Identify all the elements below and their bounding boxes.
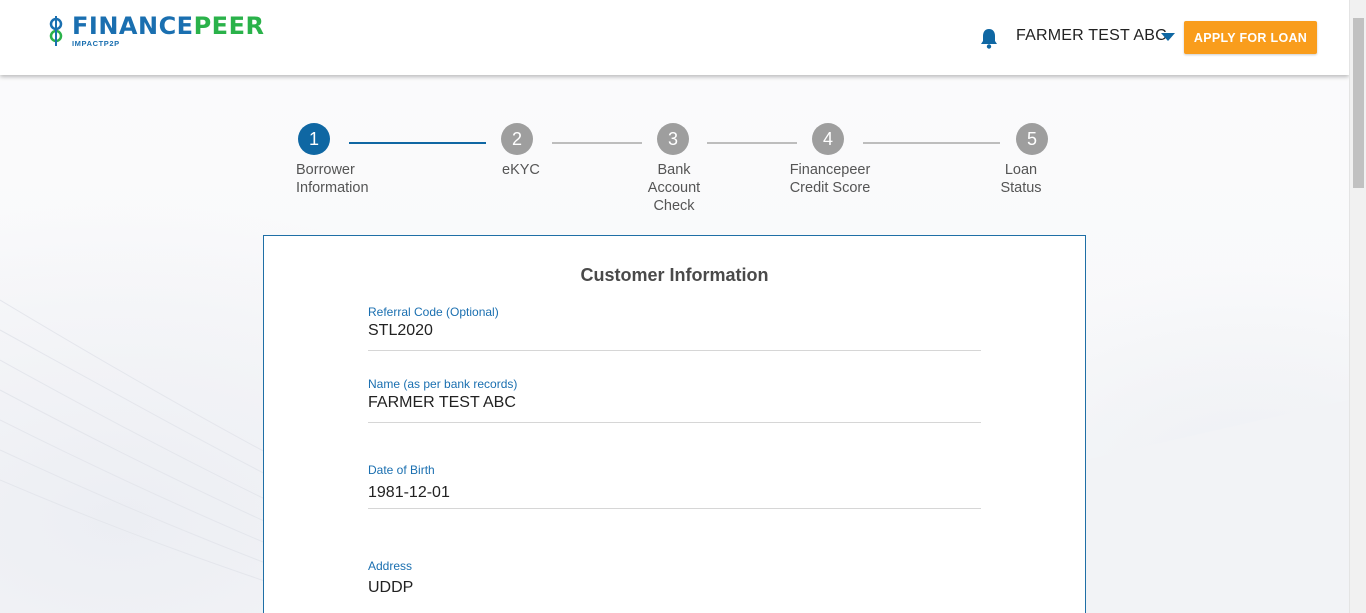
- date-of-birth-label: Date of Birth: [368, 463, 435, 477]
- name-label: Name (as per bank records): [368, 377, 518, 391]
- step-2-label: eKYC: [502, 161, 540, 179]
- name-underline: [368, 422, 981, 423]
- step-5-label: Loan Status: [991, 161, 1051, 197]
- caret-down-icon[interactable]: [1161, 33, 1175, 42]
- step-4-label: Financepeer Credit Score: [780, 161, 880, 197]
- referral-code-label: Referral Code (Optional): [368, 305, 499, 319]
- step-3-circle[interactable]: 3: [657, 123, 689, 155]
- name-value[interactable]: FARMER TEST ABC: [368, 394, 981, 412]
- step-connector-4: [863, 142, 1000, 144]
- logo-peer-text: PEER: [193, 12, 265, 40]
- step-1-label-line1: Borrower: [296, 162, 355, 178]
- step-2-circle[interactable]: 2: [501, 123, 533, 155]
- form-title: Customer Information: [580, 265, 769, 285]
- referral-code-underline: [368, 350, 981, 351]
- step-connector-3: [707, 142, 797, 144]
- step-4-circle[interactable]: 4: [812, 123, 844, 155]
- step-3-label-line2: Account: [647, 180, 701, 196]
- referral-code-value[interactable]: STL2020: [368, 322, 981, 340]
- customer-information-card: Customer Information Referral Code (Opti…: [263, 235, 1086, 613]
- step-2-label-line1: eKYC: [502, 162, 540, 178]
- step-5-circle[interactable]: 5: [1016, 123, 1048, 155]
- step-3-label-line3: Check: [653, 198, 695, 214]
- step-3-label: Bank Account Check: [634, 161, 714, 215]
- bell-icon[interactable]: [979, 27, 999, 49]
- date-of-birth-underline: [368, 508, 981, 509]
- logo-finance-text: FINANCE: [72, 12, 194, 40]
- step-connector-1: [349, 142, 486, 144]
- logo-wordmark: FINANCEPEER: [72, 12, 264, 40]
- step-connector-2: [552, 142, 642, 144]
- referral-code-field[interactable]: Referral Code (Optional) STL2020: [368, 305, 981, 351]
- vertical-scrollbar[interactable]: [1349, 0, 1366, 613]
- step-1-label: Borrower Information: [296, 161, 369, 197]
- date-of-birth-value[interactable]: 1981-12-01: [368, 484, 981, 502]
- address-value[interactable]: UDDP: [368, 579, 981, 597]
- apply-for-loan-button[interactable]: APPLY FOR LOAN: [1184, 21, 1317, 54]
- address-label: Address: [368, 559, 413, 573]
- step-1-circle[interactable]: 1: [298, 123, 330, 155]
- step-3-label-line1: Bank: [657, 162, 691, 178]
- top-header: FINANCEPEER IMPACTP2P FARMER TEST ABC AP…: [0, 0, 1349, 75]
- date-of-birth-field[interactable]: Date of Birth 1981-12-01: [368, 463, 981, 509]
- logo-subtitle: IMPACTP2P: [72, 39, 120, 48]
- name-field[interactable]: Name (as per bank records) FARMER TEST A…: [368, 377, 981, 423]
- step-1-label-line2: Information: [296, 180, 369, 196]
- step-5-label-line1: Loan: [1004, 162, 1038, 178]
- step-4-label-line2: Credit Score: [789, 180, 871, 196]
- scrollbar-thumb[interactable]: [1353, 18, 1364, 188]
- address-field[interactable]: Address UDDP: [368, 559, 981, 597]
- brand-logo[interactable]: FINANCEPEER IMPACTP2P: [48, 12, 264, 50]
- financepeer-logo-icon: [49, 16, 63, 46]
- step-4-label-line1: Financepeer: [789, 162, 871, 178]
- step-5-label-line2: Status: [1000, 180, 1042, 196]
- user-menu-name[interactable]: FARMER TEST ABC: [1016, 27, 1167, 45]
